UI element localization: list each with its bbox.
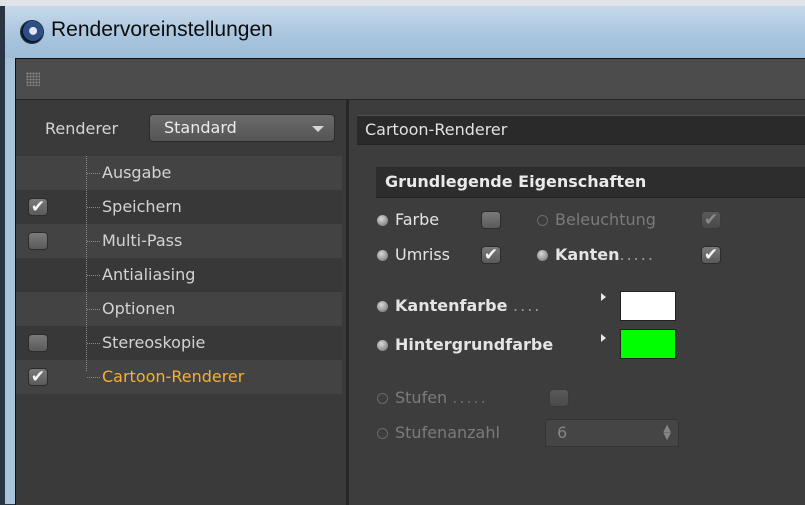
tree-item-label: Cartoon-Renderer (102, 367, 245, 386)
renderer-dropdown-value: Standard (164, 118, 237, 137)
kanten-checkbox[interactable]: ✔ (701, 246, 721, 264)
tree-item-label: Optionen (102, 299, 176, 318)
tree-item-antialiasing[interactable]: Antialiasing (16, 258, 342, 292)
kantenfarbe-dots: .... (513, 296, 542, 315)
tree-item-label: Ausgabe (102, 163, 172, 182)
settings-tree-panel: Renderer Standard Ausgabe ✔ Speichern Mu… (16, 100, 346, 505)
stufenanzahl-label: Stufenanzahl (395, 423, 500, 442)
hintergrundfarbe-radio-icon[interactable] (377, 340, 388, 351)
tree-item-label: Stereoskopie (102, 333, 206, 352)
kantenfarbe-swatch[interactable] (620, 291, 676, 321)
speichern-checkbox[interactable]: ✔ (28, 198, 48, 216)
drag-grip-icon[interactable] (26, 72, 40, 86)
hintergrundfarbe-expand-icon[interactable] (601, 334, 606, 342)
stereoskopie-checkbox[interactable] (28, 334, 48, 352)
toolbar (16, 59, 805, 100)
kanten-field: Kanten..... ✔ (537, 244, 737, 270)
tree-connector (87, 275, 100, 276)
tree-item-label: Multi-Pass (102, 231, 183, 250)
tree-connector (87, 241, 100, 242)
umriss-checkbox[interactable]: ✔ (481, 246, 501, 264)
stufenanzahl-field: Stufenanzahl (377, 422, 537, 448)
settings-tree: Ausgabe ✔ Speichern Multi-Pass Antialias… (16, 156, 346, 394)
farbe-radio-icon[interactable] (377, 215, 388, 226)
kantenfarbe-label: Kantenfarbe .... (395, 296, 541, 315)
tree-item-label: Speichern (102, 197, 182, 216)
window-frame-left (5, 58, 15, 504)
checkmark-icon: ✔ (30, 197, 46, 217)
tree-item-optionen[interactable]: Optionen (16, 292, 342, 326)
window-title: Rendervoreinstellungen (51, 18, 273, 41)
checkmark-icon: ✔ (30, 367, 46, 387)
tree-connector (87, 343, 100, 344)
stufen-label: Stufen ..... (395, 388, 488, 407)
render-settings-window: Renderer Standard Ausgabe ✔ Speichern Mu… (15, 58, 805, 505)
stufen-radio-icon (377, 393, 388, 404)
beleuchtung-radio-icon (537, 215, 548, 226)
hintergrundfarbe-swatch[interactable] (620, 329, 676, 359)
kantenfarbe-radio-icon[interactable] (377, 301, 388, 312)
kantenfarbe-field: Kantenfarbe .... (377, 295, 577, 321)
panel-title: Cartoon-Renderer (365, 120, 508, 139)
stepper-arrows-icon: ▲ ▼ (663, 423, 671, 442)
tree-connector (87, 173, 100, 174)
cartoon-renderer-checkbox[interactable]: ✔ (28, 368, 48, 386)
kantenfarbe-label-text: Kantenfarbe (395, 296, 508, 315)
stufenanzahl-stepper: 6 ▲ ▼ (545, 419, 679, 447)
tree-vertical-line (86, 156, 88, 371)
farbe-label: Farbe (395, 210, 440, 229)
farbe-checkbox[interactable] (481, 211, 501, 229)
window-titlebar[interactable]: Rendervoreinstellungen (5, 6, 805, 58)
chevron-down-icon (312, 126, 324, 132)
kanten-label-text: Kanten (555, 245, 620, 264)
tree-item-multi-pass[interactable]: Multi-Pass (16, 224, 342, 258)
stufen-label-text: Stufen (395, 388, 448, 407)
panel-title-bar: Cartoon-Renderer (357, 115, 805, 145)
stufenanzahl-value: 6 (557, 423, 568, 442)
cinema4d-app-icon (21, 21, 43, 43)
stufen-checkbox (549, 389, 569, 407)
renderer-label: Renderer (45, 119, 119, 138)
hintergrundfarbe-field: Hintergrundfarbe (377, 334, 617, 360)
tree-item-speichern[interactable]: ✔ Speichern (16, 190, 342, 224)
kantenfarbe-expand-icon[interactable] (601, 293, 606, 301)
umriss-label: Umriss (395, 245, 450, 264)
kanten-dots: ..... (619, 245, 655, 264)
checkmark-icon: ✔ (703, 245, 719, 265)
section-header: Grundlegende Eigenschaften (376, 167, 805, 198)
kanten-radio-icon[interactable] (537, 250, 548, 261)
tree-item-ausgabe[interactable]: Ausgabe (16, 156, 342, 190)
beleuchtung-label: Beleuchtung (555, 210, 656, 229)
umriss-field: Umriss ✔ (377, 244, 517, 270)
section-title: Grundlegende Eigenschaften (385, 172, 647, 191)
umriss-radio-icon[interactable] (377, 250, 388, 261)
multi-pass-checkbox[interactable] (28, 232, 48, 250)
hintergrundfarbe-label: Hintergrundfarbe (395, 335, 554, 354)
stufenanzahl-radio-icon (377, 428, 388, 439)
checkmark-icon: ✔ (703, 210, 719, 230)
tree-item-cartoon-renderer[interactable]: ✔ Cartoon-Renderer (16, 360, 342, 394)
farbe-field: Farbe (377, 209, 507, 235)
checkmark-icon: ✔ (483, 245, 499, 265)
beleuchtung-field: Beleuchtung ✔ (537, 209, 737, 235)
tree-connector (87, 207, 100, 208)
stufen-field: Stufen ..... (377, 387, 577, 413)
stufen-dots: ..... (452, 388, 488, 407)
beleuchtung-checkbox: ✔ (701, 211, 721, 229)
tree-item-label: Antialiasing (102, 265, 196, 284)
tree-connector (87, 377, 100, 378)
kanten-label: Kanten..... (555, 245, 655, 264)
tree-item-stereoskopie[interactable]: Stereoskopie (16, 326, 342, 360)
tree-connector (87, 309, 100, 310)
renderer-dropdown[interactable]: Standard (149, 114, 335, 142)
